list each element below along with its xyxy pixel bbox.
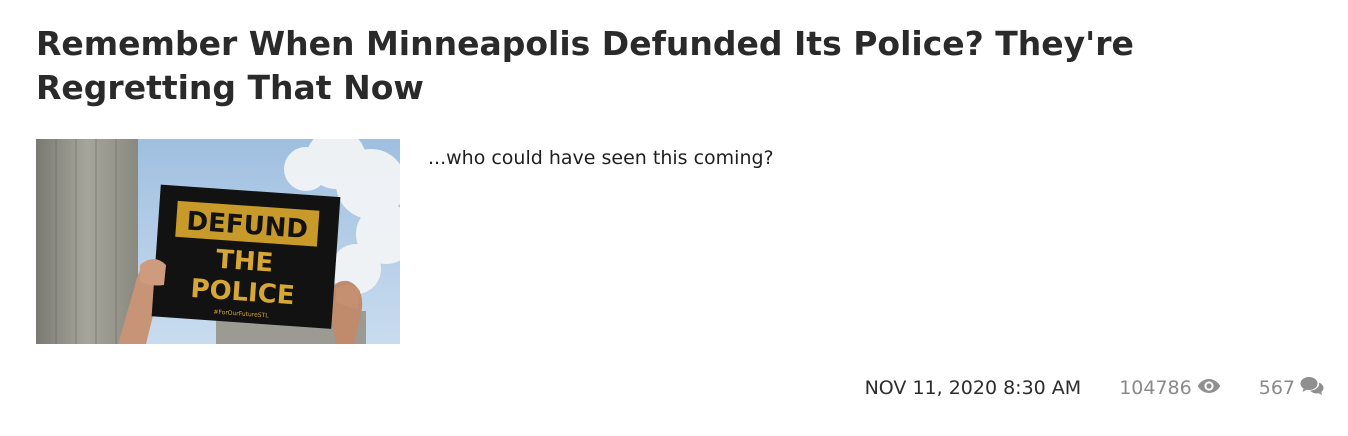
article-title[interactable]: Remember When Minneapolis Defunded Its P… xyxy=(36,22,1216,110)
comment-count[interactable]: 567 xyxy=(1259,376,1324,401)
article-excerpt: ...who could have seen this coming? xyxy=(428,147,774,169)
view-count-value: 104786 xyxy=(1119,377,1192,399)
article-date: NOV 11, 2020 8:30 AM xyxy=(864,377,1082,399)
eye-icon xyxy=(1197,377,1221,399)
sign-line2: THE xyxy=(215,245,274,279)
article-meta: NOV 11, 2020 8:30 AM 104786 567 xyxy=(865,373,1324,403)
comment-count-value[interactable]: 567 xyxy=(1259,377,1295,399)
view-count: 104786 xyxy=(1119,377,1221,399)
article-thumbnail[interactable]: DEFUND THE POLICE #ForOurFutureSTL xyxy=(36,139,400,344)
comments-icon[interactable] xyxy=(1300,376,1324,401)
defund-police-photo: DEFUND THE POLICE #ForOurFutureSTL xyxy=(36,139,400,344)
